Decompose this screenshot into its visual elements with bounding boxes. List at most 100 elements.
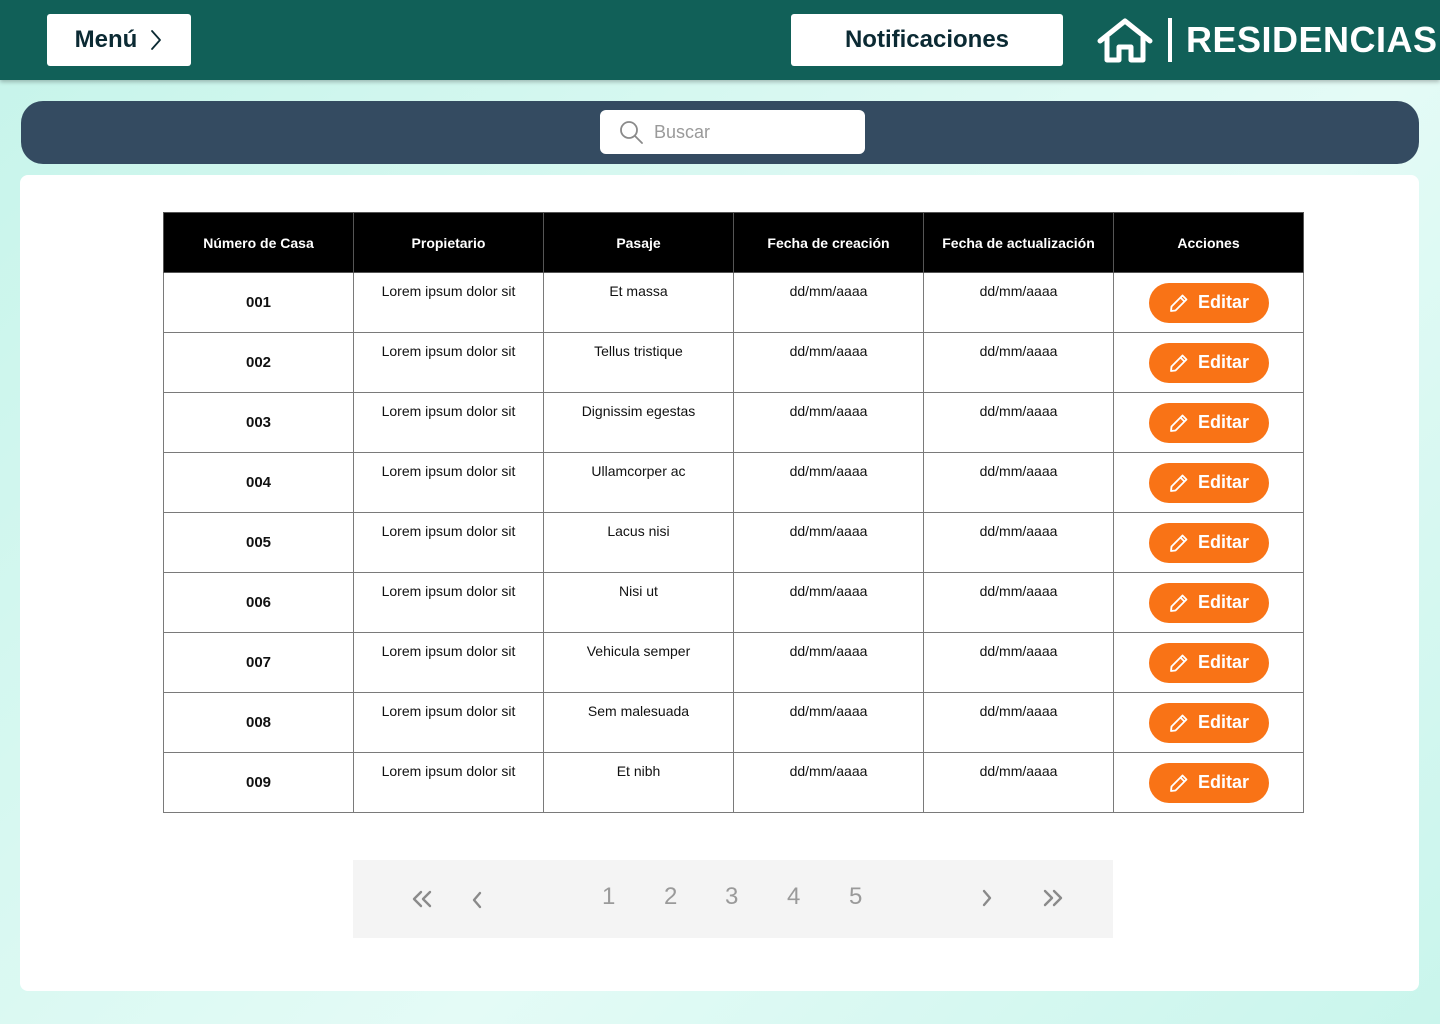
pencil-icon [1170, 294, 1188, 312]
passage-cell: Ullamcorper ac [543, 452, 734, 513]
column-header-updated[interactable]: Fecha de actualización [923, 212, 1114, 273]
house-number-cell: 003 [163, 392, 354, 453]
passage-cell: Dignissim egestas [543, 392, 734, 453]
edit-button[interactable]: Editar [1148, 342, 1269, 383]
edit-label: Editar [1197, 772, 1249, 792]
house-number-cell: 002 [163, 332, 354, 393]
notifications-button[interactable]: Notificaciones [791, 14, 1063, 66]
house-number-cell: 004 [163, 452, 354, 513]
table-row: 001 Lorem ipsum dolor sit Et massa dd/mm/aa… [163, 272, 1304, 333]
column-header-house-number[interactable]: Número de Casa [163, 212, 354, 273]
actions-cell: Editar [1113, 572, 1304, 633]
updated-date-cell: dd/mm/aaaa [923, 272, 1114, 333]
passage-cell: Vehicula semper [543, 632, 734, 693]
pencil-icon [1170, 534, 1188, 552]
passage-cell: Et massa [543, 272, 734, 333]
page-4-button[interactable]: 4 [787, 883, 800, 911]
table-row: 004 Lorem ipsum dolor sit Ullamcorper ac dd… [163, 452, 1304, 513]
brand-logo: RESIDENCIAS [1096, 14, 1438, 66]
edit-button[interactable]: Editar [1148, 522, 1269, 563]
edit-button[interactable]: Editar [1148, 462, 1269, 503]
actions-cell: Editar [1113, 512, 1304, 573]
pencil-icon [1170, 654, 1188, 672]
house-number-cell: 006 [163, 572, 354, 633]
updated-date-cell: dd/mm/aaaa [923, 692, 1114, 753]
edit-label: Editar [1197, 292, 1249, 312]
created-date-cell: dd/mm/aaaa [733, 452, 924, 513]
menu-label: Menú [74, 26, 138, 53]
updated-date-cell: dd/mm/aaaa [923, 332, 1114, 393]
actions-cell: Editar [1113, 632, 1304, 693]
created-date-cell: dd/mm/aaaa [733, 632, 924, 693]
search-box[interactable] [600, 110, 865, 154]
content-panel: Número de Casa Propietario Pasaje Fecha … [20, 175, 1419, 991]
menu-button[interactable]: Menú [47, 14, 191, 66]
edit-label: Editar [1197, 412, 1249, 432]
previous-page-button[interactable] [470, 886, 484, 914]
double-chevron-right-icon [1043, 889, 1063, 907]
updated-date-cell: dd/mm/aaaa [923, 512, 1114, 573]
page-5-button[interactable]: 5 [849, 883, 862, 911]
chevron-right-icon [151, 30, 162, 50]
pencil-icon [1170, 354, 1188, 372]
house-number-cell: 001 [163, 272, 354, 333]
column-header-owner[interactable]: Propietario [353, 212, 544, 273]
search-input[interactable] [654, 121, 844, 143]
edit-label: Editar [1197, 532, 1249, 552]
page-2-button[interactable]: 2 [664, 883, 677, 911]
updated-date-cell: dd/mm/aaaa [923, 632, 1114, 693]
edit-button[interactable]: Editar [1148, 282, 1269, 323]
page-3-button[interactable]: 3 [725, 883, 738, 911]
owner-cell: Lorem ipsum dolor sit [353, 692, 544, 753]
column-header-created[interactable]: Fecha de creación [733, 212, 924, 273]
edit-button[interactable]: Editar [1148, 582, 1269, 623]
pencil-icon [1170, 414, 1188, 432]
owner-cell: Lorem ipsum dolor sit [353, 392, 544, 453]
owner-cell: Lorem ipsum dolor sit [353, 512, 544, 573]
table-header-row: Número de Casa Propietario Pasaje Fecha … [163, 212, 1304, 273]
owner-cell: Lorem ipsum dolor sit [353, 332, 544, 393]
pencil-icon [1170, 774, 1188, 792]
first-page-button[interactable] [411, 885, 433, 913]
page-1-button[interactable]: 1 [602, 883, 615, 911]
table-row: 006 Lorem ipsum dolor sit Nisi ut dd/mm/aaa… [163, 572, 1304, 633]
pagination: 1 2 3 4 5 [353, 860, 1113, 938]
passage-cell: Et nibh [543, 752, 734, 813]
created-date-cell: dd/mm/aaaa [733, 332, 924, 393]
created-date-cell: dd/mm/aaaa [733, 392, 924, 453]
edit-label: Editar [1197, 652, 1249, 672]
edit-label: Editar [1197, 592, 1249, 612]
owner-cell: Lorem ipsum dolor sit [353, 272, 544, 333]
table-row: 009 Lorem ipsum dolor sit Et nibh dd/mm/aaa… [163, 752, 1304, 813]
edit-label: Editar [1197, 472, 1249, 492]
updated-date-cell: dd/mm/aaaa [923, 392, 1114, 453]
next-page-button[interactable] [980, 884, 994, 912]
actions-cell: Editar [1113, 332, 1304, 393]
table-row: 008 Lorem ipsum dolor sit Sem malesuada dd/… [163, 692, 1304, 753]
table-row: 007 Lorem ipsum dolor sit Vehicula semper d… [163, 632, 1304, 693]
created-date-cell: dd/mm/aaaa [733, 572, 924, 633]
passage-cell: Tellus tristique [543, 332, 734, 393]
owner-cell: Lorem ipsum dolor sit [353, 752, 544, 813]
brand-name: RESIDENCIAS [1186, 19, 1438, 60]
column-header-passage[interactable]: Pasaje [543, 212, 734, 273]
edit-button[interactable]: Editar [1148, 402, 1269, 443]
edit-button[interactable]: Editar [1148, 762, 1269, 803]
actions-cell: Editar [1113, 752, 1304, 813]
chevron-left-icon [472, 891, 482, 909]
house-number-cell: 008 [163, 692, 354, 753]
last-page-button[interactable] [1042, 884, 1064, 912]
passage-cell: Lacus nisi [543, 512, 734, 573]
edit-button[interactable]: Editar [1148, 642, 1269, 683]
house-number-cell: 009 [163, 752, 354, 813]
created-date-cell: dd/mm/aaaa [733, 512, 924, 573]
updated-date-cell: dd/mm/aaaa [923, 572, 1114, 633]
edit-button[interactable]: Editar [1148, 702, 1269, 743]
owner-cell: Lorem ipsum dolor sit [353, 452, 544, 513]
actions-cell: Editar [1113, 692, 1304, 753]
owner-cell: Lorem ipsum dolor sit [353, 632, 544, 693]
updated-date-cell: dd/mm/aaaa [923, 452, 1114, 513]
houses-table: Número de Casa Propietario Pasaje Fecha … [163, 212, 1304, 813]
brand-divider [1168, 18, 1172, 62]
search-icon [620, 121, 643, 144]
